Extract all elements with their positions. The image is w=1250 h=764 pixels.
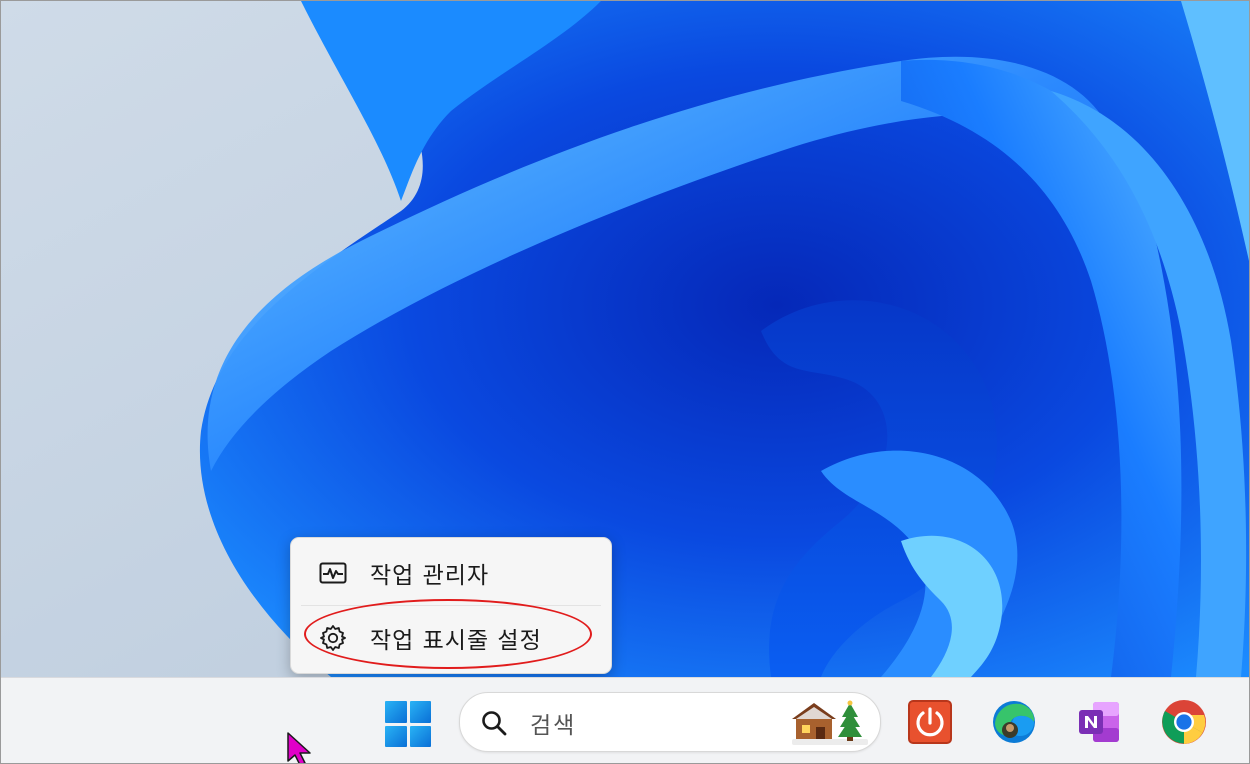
windows-logo-icon: [385, 701, 407, 723]
menu-item-label: 작업 관리자: [370, 563, 490, 589]
onenote-icon[interactable]: [1075, 698, 1123, 746]
search-icon: [482, 711, 507, 736]
desktop-wallpaper: [1, 1, 1249, 677]
menu-item-task-manager[interactable]: 작업 관리자: [291, 541, 611, 605]
search-highlight-illustration: [792, 700, 868, 745]
screenshot-frame: 작업 관리자 작업 표시줄 설정 검색: [0, 0, 1250, 764]
edge-icon[interactable]: [990, 698, 1038, 746]
mouse-cursor-icon: [287, 732, 311, 763]
chrome-icon[interactable]: [1160, 698, 1208, 746]
taskbar: 검색: [1, 677, 1249, 763]
search-box[interactable]: 검색: [459, 692, 881, 752]
start-button[interactable]: [385, 701, 431, 747]
power-app-icon[interactable]: [906, 698, 954, 746]
menu-item-label: 작업 표시줄 설정: [370, 628, 542, 654]
gear-icon: [318, 625, 348, 651]
taskbar-context-menu: 작업 관리자 작업 표시줄 설정: [290, 537, 612, 674]
task-manager-icon: [318, 560, 348, 586]
search-placeholder: 검색: [530, 713, 577, 739]
menu-item-taskbar-settings[interactable]: 작업 표시줄 설정: [291, 606, 611, 670]
